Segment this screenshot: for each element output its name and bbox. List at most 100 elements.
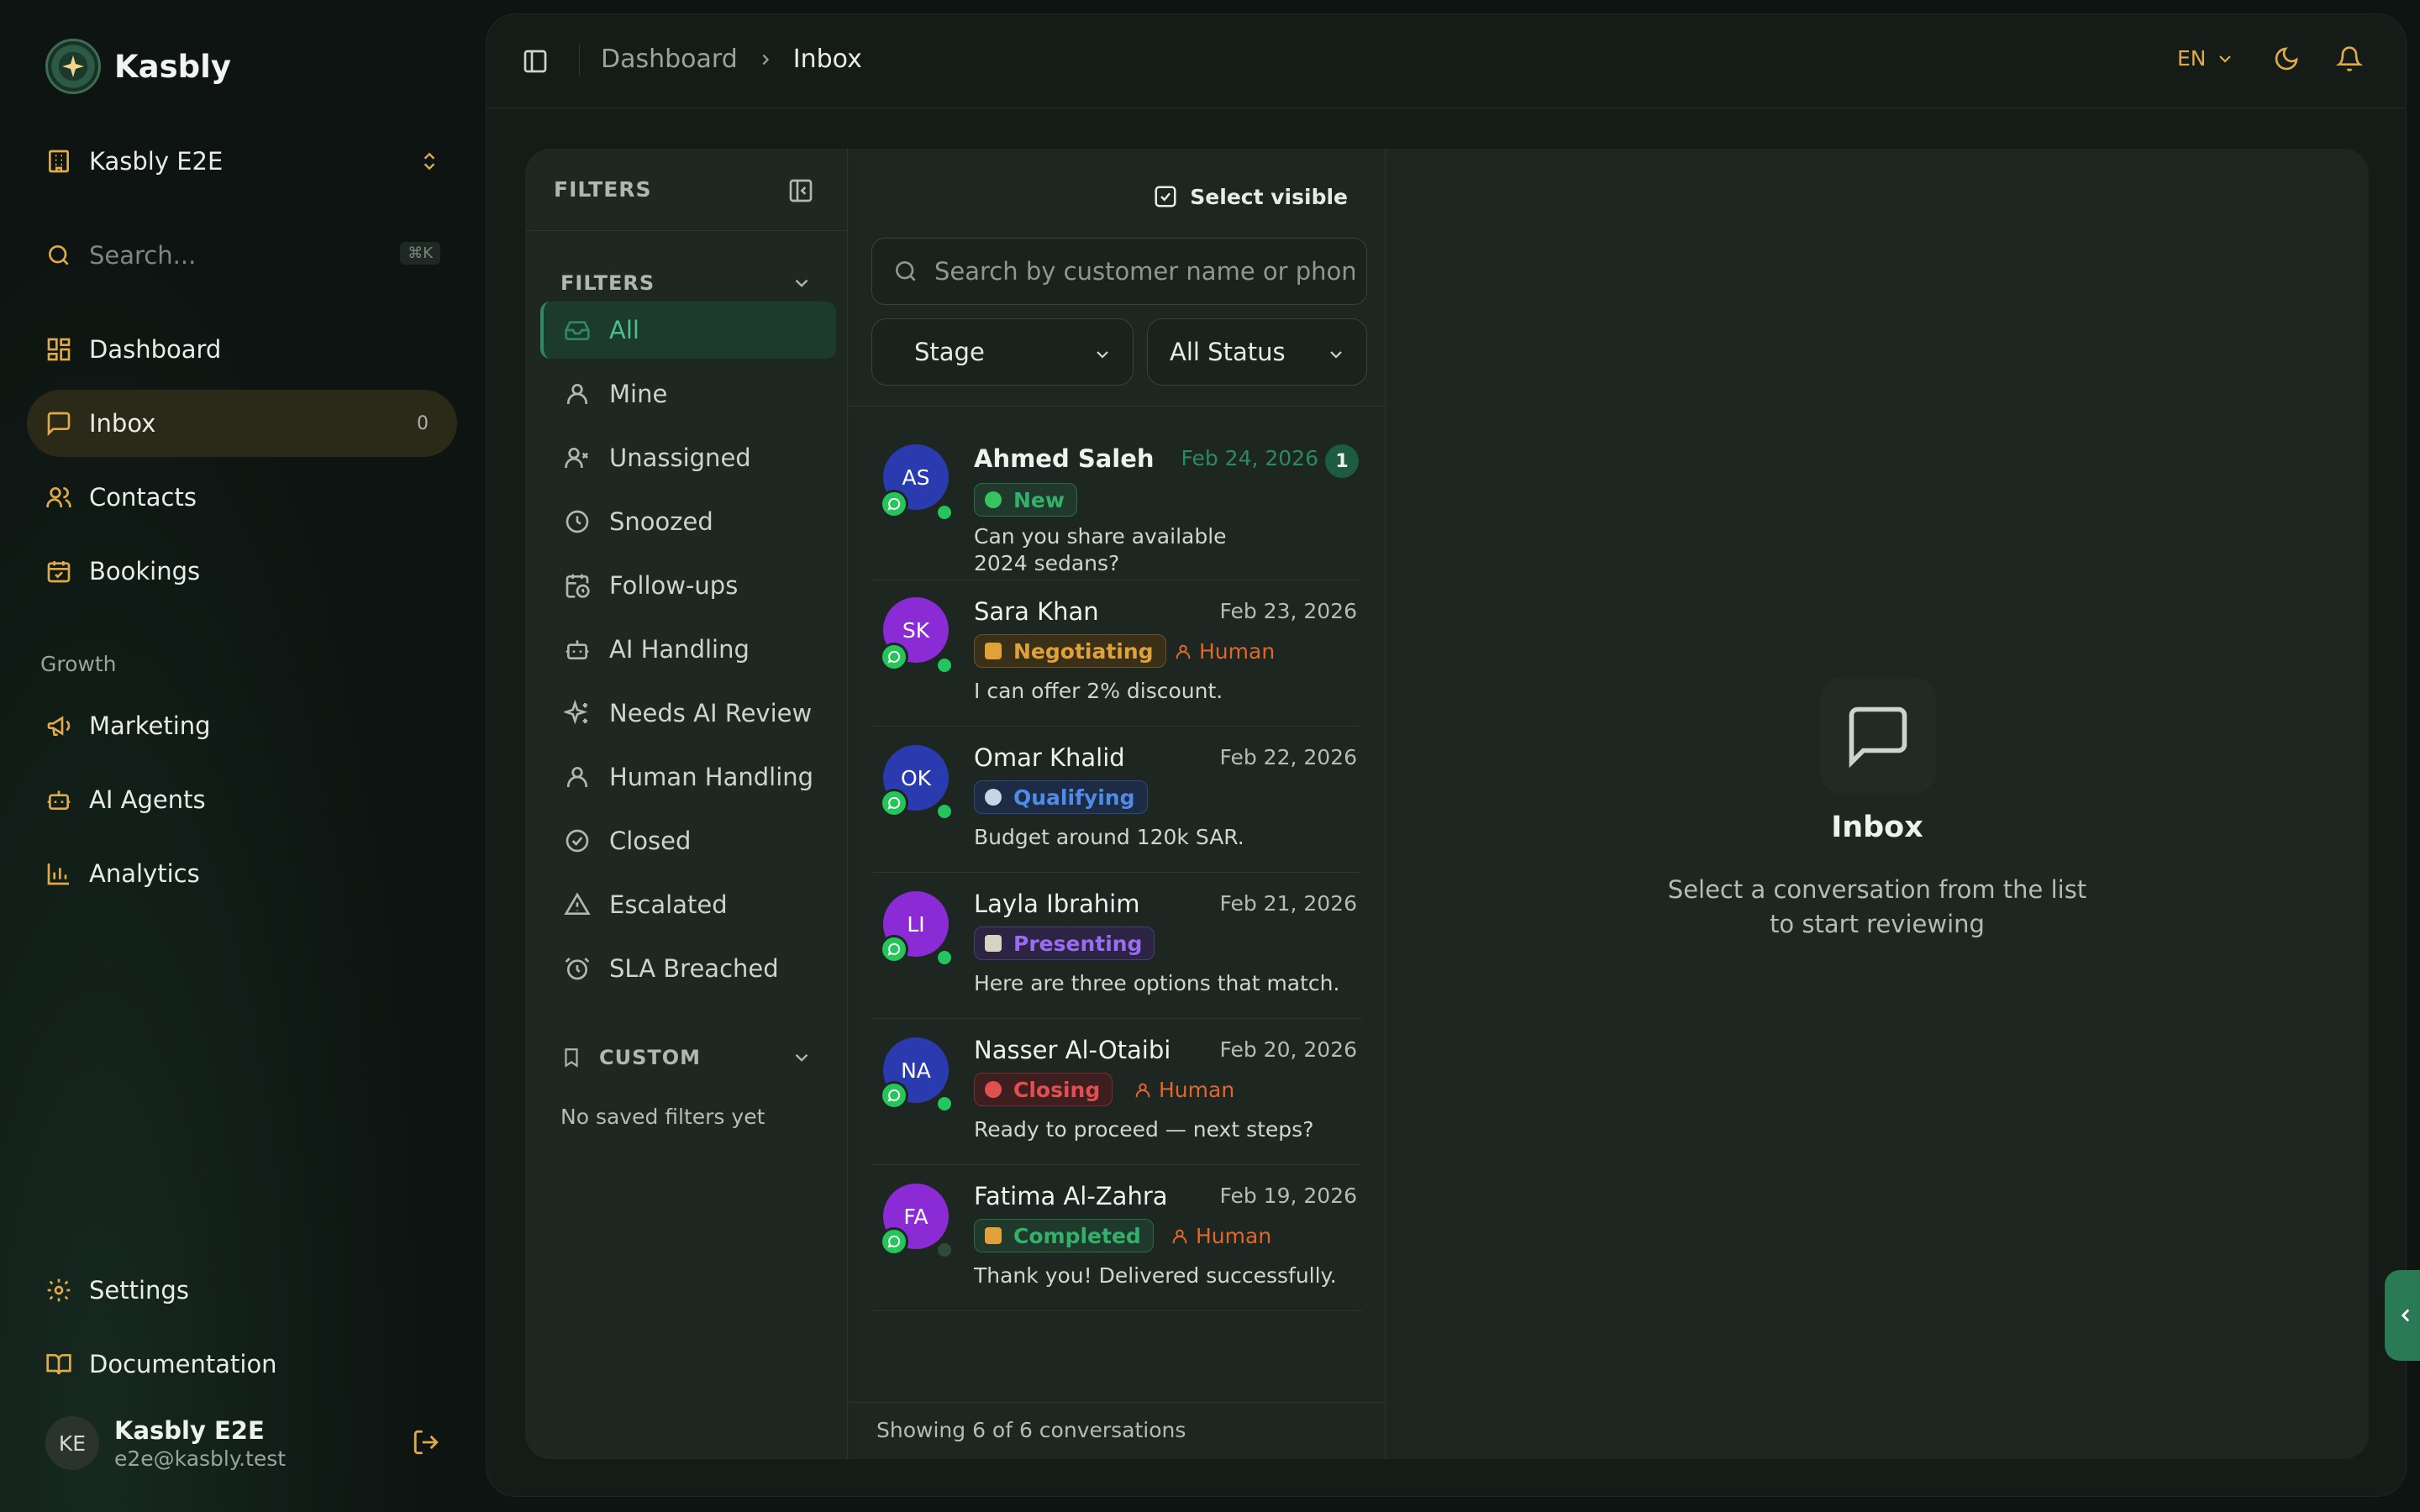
status-select[interactable]: All Status [1147, 318, 1367, 386]
whatsapp-icon [880, 643, 908, 671]
conversation-row[interactable]: LI Layla Ibrahim Feb 21, 2026 Presenting… [871, 873, 1362, 1019]
conversation-search[interactable] [871, 238, 1367, 305]
search-shortcut: ⌘K [400, 242, 440, 265]
conversation-row[interactable]: AS Ahmed Saleh Feb 24, 2026 1 New Can yo… [871, 406, 1362, 580]
sidebar-item-inbox[interactable]: Inbox 0 [27, 390, 457, 457]
user-profile[interactable]: KE Kasbly E2E e2e@kasbly.test [45, 1416, 440, 1471]
sidebar-item-ai-agents[interactable]: AI Agents [27, 766, 457, 833]
side-panel-toggle[interactable] [2385, 1270, 2420, 1361]
sparkles-icon [564, 700, 588, 725]
search-icon [49, 245, 69, 265]
brand[interactable]: Kasbly [45, 39, 231, 94]
sidebar-item-label: Documentation [89, 1350, 277, 1378]
sidebar-item-label: Dashboard [89, 335, 222, 364]
search-placeholder: Search... [89, 241, 197, 270]
filter-human-handling[interactable]: Human Handling [540, 748, 836, 806]
chevron-right-icon [762, 54, 769, 65]
avatar: KE [45, 1416, 99, 1470]
online-status-dot [935, 948, 954, 967]
main-panel: Dashboard Inbox EN FILTERS FILTERS All M… [486, 13, 2407, 1497]
chevron-down-icon [1330, 351, 1342, 359]
stage-badge: New [974, 483, 1077, 517]
bell-icon[interactable] [2336, 45, 2363, 72]
stage-badge: Completed [974, 1219, 1154, 1252]
whatsapp-icon [880, 935, 908, 963]
conversation-preview: Can you share available 2024 sedans? [974, 524, 1227, 575]
filter-closed[interactable]: Closed [540, 812, 836, 869]
clock-icon [566, 510, 589, 533]
workspace-switcher[interactable]: Kasbly E2E [45, 143, 440, 180]
bot-icon [566, 640, 589, 659]
sidebar-item-settings[interactable]: Settings [27, 1257, 457, 1324]
conversation-preview: Budget around 120k SAR. [974, 825, 1244, 849]
filters-header: FILTERS [525, 149, 847, 231]
stage-target-icon [985, 1081, 1002, 1098]
filter-unassigned[interactable]: Unassigned [540, 429, 836, 486]
users-icon [46, 487, 71, 507]
user-email: e2e@kasbly.test [114, 1446, 287, 1471]
filter-all[interactable]: All [540, 302, 836, 359]
sidebar-search[interactable]: Search... ⌘K [45, 237, 440, 274]
stage-label: Completed [1013, 1223, 1141, 1248]
unread-count-badge: 1 [1325, 444, 1359, 478]
alert-triangle-icon [564, 892, 591, 915]
filter-snoozed[interactable]: Snoozed [540, 493, 836, 550]
chevrons-up-down-icon [424, 152, 435, 171]
sidebar-item-contacts[interactable]: Contacts [27, 464, 457, 531]
offline-status-dot [935, 1241, 954, 1259]
calendar-check-icon [47, 561, 71, 583]
conversation-row[interactable]: OK Omar Khalid Feb 22, 2026 Qualifying B… [871, 727, 1362, 873]
sidebar-item-label: Settings [89, 1276, 189, 1305]
moon-icon[interactable] [2273, 45, 2300, 72]
sidebar-toggle-icon[interactable] [522, 48, 549, 75]
user-info: Kasbly E2E e2e@kasbly.test [114, 1416, 286, 1471]
sidebar-item-documentation[interactable]: Documentation [27, 1331, 457, 1398]
filter-mine[interactable]: Mine [540, 365, 836, 423]
section-label-growth: Growth [40, 652, 117, 676]
language-label: EN [2177, 46, 2207, 71]
bot-icon [47, 790, 71, 810]
message-square-icon [1820, 678, 1936, 794]
filter-follow-ups[interactable]: Follow-ups [540, 557, 836, 614]
sidebar-item-label: Bookings [89, 557, 201, 585]
filter-ai-handling[interactable]: AI Handling [540, 621, 836, 678]
sidebar-item-bookings[interactable]: Bookings [27, 538, 457, 605]
select-visible-button[interactable]: Select visible [1153, 184, 1348, 209]
stage-badge: Presenting [974, 927, 1155, 960]
status-select-label: All Status [1170, 338, 1286, 366]
breadcrumb-dashboard[interactable]: Dashboard [601, 45, 738, 74]
filters-panel: FILTERS FILTERS All Mine Unassigned Snoo… [525, 149, 848, 1459]
chevron-down-icon [795, 1053, 808, 1062]
language-selector[interactable]: EN [2177, 46, 2235, 71]
chevron-left-icon [2401, 1309, 2410, 1322]
online-status-dot [935, 656, 954, 675]
custom-group-header[interactable]: CUSTOM [560, 1046, 813, 1069]
conversation-search-input[interactable] [934, 257, 1355, 286]
conversation-name: Nasser Al-Otaibi [974, 1036, 1171, 1064]
filter-needs-ai-review[interactable]: Needs AI Review [540, 685, 836, 742]
sidebar-item-analytics[interactable]: Analytics [27, 840, 457, 907]
conversation-row[interactable]: SK Sara Khan Feb 23, 2026 Negotiating Hu… [871, 580, 1362, 727]
human-tag-label: Human [1199, 639, 1276, 664]
sidebar-item-label: Contacts [89, 483, 197, 512]
conversation-row[interactable]: NA Nasser Al-Otaibi Feb 20, 2026 Closing… [871, 1019, 1362, 1165]
filter-sla-breached[interactable]: SLA Breached [540, 940, 836, 997]
user-icon [567, 384, 587, 404]
conversation-preview: Here are three options that match. [974, 971, 1340, 995]
calendar-clock-icon [566, 574, 590, 598]
online-status-dot [935, 1095, 954, 1113]
stage-label: Closing [1013, 1077, 1101, 1102]
user-icon [567, 767, 587, 787]
filter-escalated[interactable]: Escalated [540, 876, 836, 933]
sidebar-item-marketing[interactable]: Marketing [27, 692, 457, 759]
logout-icon[interactable] [412, 1428, 440, 1457]
brand-name: Kasbly [114, 48, 231, 85]
building-icon [49, 150, 69, 173]
stage-select[interactable]: Stage [871, 318, 1134, 386]
filters-group-header[interactable]: FILTERS [560, 271, 813, 295]
conversation-row[interactable]: FA Fatima Al-Zahra Feb 19, 2026 Complete… [871, 1165, 1362, 1311]
checkbox-icon [1155, 186, 1176, 207]
panel-collapse-icon[interactable] [787, 177, 814, 204]
sidebar-item-dashboard[interactable]: Dashboard [27, 316, 457, 383]
user-icon [1176, 644, 1191, 659]
